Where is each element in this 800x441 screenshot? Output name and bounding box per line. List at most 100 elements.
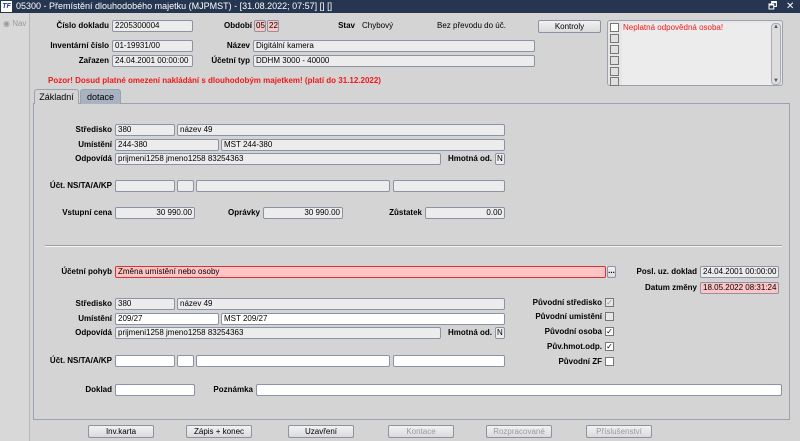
message-text: Neplatná odpovědná osoba! xyxy=(622,23,772,85)
sidebar: ◉ Nav xyxy=(0,13,30,441)
hmotna-field: N xyxy=(495,153,505,165)
zustatek-field: 0.00 xyxy=(425,207,505,219)
title-bar: 05300 - Přemístění dlouhodobého majetku … xyxy=(0,0,800,13)
ucetni-pohyb-lookup-button[interactable]: ... xyxy=(607,266,616,278)
poznamka-field[interactable] xyxy=(256,384,782,396)
sidebar-nav[interactable]: ◉ Nav xyxy=(3,19,26,28)
stav-label: Stav xyxy=(338,21,355,30)
umisteni-field: 244-380 xyxy=(115,139,219,151)
uct-a-field xyxy=(196,180,390,192)
check-label: Původní osoba xyxy=(544,327,602,336)
vstupni-cena-field: 30 990.00 xyxy=(115,207,195,219)
zarazen-label: Zařazen xyxy=(78,56,109,65)
message-checkbox[interactable] xyxy=(610,23,619,32)
obdobi-label: Období xyxy=(224,21,252,30)
datum-zmeny-field[interactable]: 18.05.2022 08:31:24 xyxy=(700,282,779,294)
warning-message: Pozor! Dosud platné omezení nakládání s … xyxy=(48,76,381,85)
new-stredisko-field: 380 xyxy=(115,298,175,310)
odpovida-label: Odpovídá xyxy=(75,154,112,163)
new-umisteni-field[interactable]: 209/27 xyxy=(115,313,219,325)
odpovida-field: prijmeni1258 jmeno1258 83254363 xyxy=(115,153,441,165)
new-uct-ns-field[interactable] xyxy=(115,355,175,367)
stav-value: Chybový xyxy=(362,21,394,30)
umisteni-nazev-field: MST 244-380 xyxy=(221,139,505,151)
footer-button[interactable]: Uzavření xyxy=(288,425,354,438)
check-box[interactable] xyxy=(605,357,614,366)
cislo-dokladu-label: Číslo dokladu xyxy=(56,21,109,30)
check-label: Pův.hmot.odp. xyxy=(547,342,602,351)
stredisko-field: 380 xyxy=(115,124,175,136)
uct-kp-field xyxy=(393,180,505,192)
footer-button[interactable]: Kontace xyxy=(388,425,454,438)
nazev-field[interactable]: Digitální kamera xyxy=(253,40,535,52)
message-checkbox[interactable] xyxy=(610,56,619,65)
kontroly-button[interactable]: Kontroly xyxy=(538,20,601,33)
ucetni-typ-field[interactable]: DDHM 3000 - 40000 xyxy=(253,55,535,67)
check-label: Původní středisko xyxy=(532,298,602,307)
check-label: Původní ZF xyxy=(558,357,602,366)
check-label: Původní umistění xyxy=(535,312,602,321)
footer-button[interactable]: Rozpracované xyxy=(486,425,552,438)
new-umisteni-nazev-field[interactable]: MST 209/27 xyxy=(221,313,505,325)
ucetni-typ-label: Účetní typ xyxy=(211,56,250,65)
new-uct-a-field[interactable] xyxy=(196,355,390,367)
message-checkbox[interactable] xyxy=(610,77,619,86)
doklad-label: Doklad xyxy=(85,385,112,394)
inventarni-cislo-field[interactable]: 01-19931/00 xyxy=(112,40,193,52)
uct-label: Účt. NS/TA/A/KP xyxy=(49,181,112,190)
section-divider xyxy=(45,245,782,247)
footer-button[interactable]: Zápis + konec xyxy=(186,425,252,438)
tab-zakladni[interactable]: Základní xyxy=(34,89,79,104)
nazev-label: Název xyxy=(226,41,250,50)
zustatek-label: Zůstatek xyxy=(389,208,422,217)
check-box[interactable]: ✓ xyxy=(605,298,614,307)
new-odpovida-label: Odpovídá xyxy=(75,328,112,337)
new-uct-ta-field[interactable] xyxy=(177,355,194,367)
new-stredisko-nazev-field: název 49 xyxy=(177,298,505,310)
uct-ta-field xyxy=(177,180,194,192)
app-logo: TF xyxy=(1,1,12,12)
ucetni-pohyb-label: Účetní pohyb xyxy=(61,267,112,276)
new-umisteni-label: Umístění xyxy=(78,314,112,323)
cislo-dokladu-field[interactable]: 2205300004 xyxy=(112,20,193,32)
uct-ns-field xyxy=(115,180,175,192)
opravky-field: 30 990.00 xyxy=(263,207,343,219)
message-list: Neplatná odpovědná osoba! ▲ ▼ xyxy=(607,20,783,86)
footer-button[interactable]: Inv.karta xyxy=(88,425,154,438)
obdobi-year-field[interactable]: 22 xyxy=(267,20,279,32)
new-uct-label: Účt. NS/TA/A/KP xyxy=(49,356,112,365)
doklad-field[interactable] xyxy=(115,384,195,396)
vstupni-cena-label: Vstupní cena xyxy=(62,208,112,217)
new-stredisko-label: Středisko xyxy=(75,299,112,308)
close-icon[interactable]: ✕ xyxy=(786,0,794,13)
message-scrollbar[interactable]: ▲ ▼ xyxy=(771,23,781,85)
datum-zmeny-label: Datum změny xyxy=(644,283,697,292)
window-title: 05300 - Přemístění dlouhodobého majetku … xyxy=(16,1,333,11)
tab-dotace[interactable]: dotace xyxy=(80,89,121,104)
message-checkbox[interactable] xyxy=(610,45,619,54)
inventarni-cislo-label: Inventární číslo xyxy=(50,41,109,50)
posl-doklad-label: Posl. uz. doklad xyxy=(636,267,697,276)
posl-doklad-field: 24.04.2001 00:00:00 xyxy=(700,266,779,278)
restore-icon[interactable]: 🗗 xyxy=(768,0,777,13)
stredisko-nazev-field: název 49 xyxy=(177,124,505,136)
footer-button[interactable]: Příslušenství xyxy=(586,425,652,438)
obdobi-month-field[interactable]: 05 xyxy=(254,20,266,32)
opravky-label: Oprávky xyxy=(227,208,260,217)
umisteni-label: Umístění xyxy=(78,140,112,149)
nav-label: Nav xyxy=(12,19,27,28)
scroll-down-icon[interactable]: ▼ xyxy=(772,78,780,84)
check-box[interactable] xyxy=(605,312,614,321)
check-box[interactable]: ✓ xyxy=(605,342,614,351)
zarazen-field[interactable]: 24.04.2001 00:00:00 xyxy=(112,55,193,67)
poznamka-label: Poznámka xyxy=(213,385,253,394)
check-box[interactable]: ✓ xyxy=(605,327,614,336)
message-checkbox[interactable] xyxy=(610,67,619,76)
bez-prevodu-label: Bez převodu do úč. xyxy=(437,21,506,30)
new-odpovida-field: prijmeni1258 jmeno1258 83254363 xyxy=(115,327,441,339)
stredisko-label: Středisko xyxy=(75,125,112,134)
scroll-up-icon[interactable]: ▲ xyxy=(772,24,780,30)
hmotna-label: Hmotná od. xyxy=(448,154,492,163)
ucetni-pohyb-field[interactable]: Změna umístění nebo osoby xyxy=(115,266,606,278)
message-checkbox[interactable] xyxy=(610,34,619,43)
